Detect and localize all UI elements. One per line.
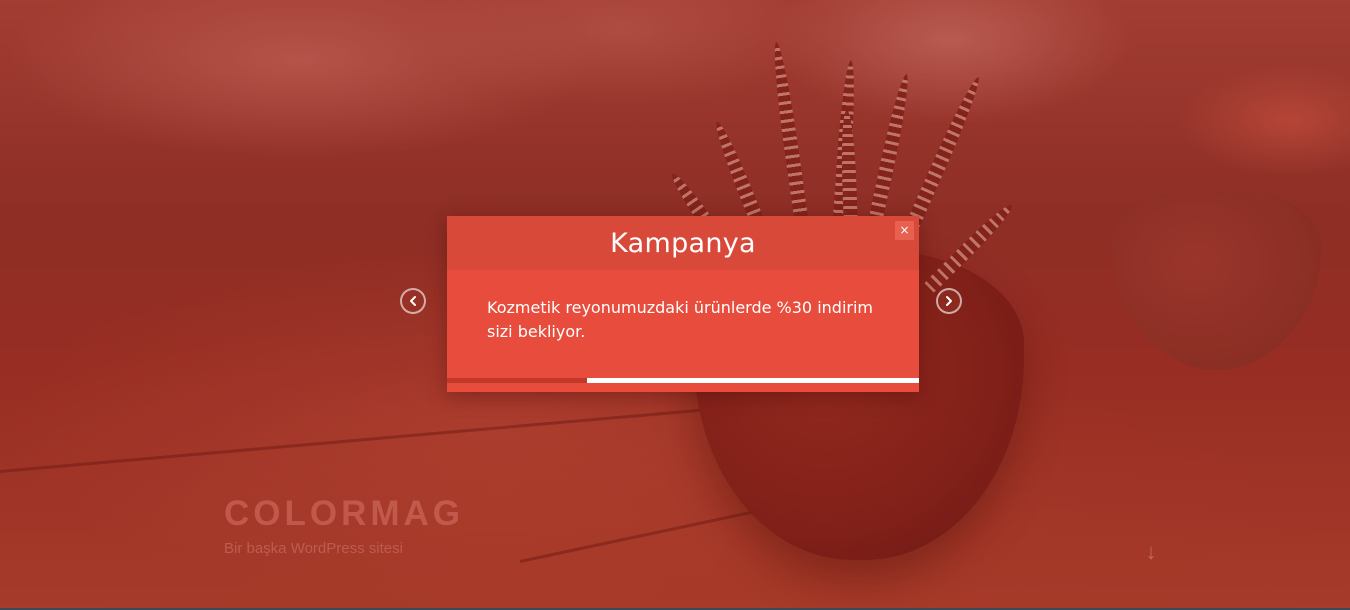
popup-prev-button[interactable]	[400, 288, 426, 314]
popup-next-button[interactable]	[936, 288, 962, 314]
popup-title: Kampanya	[610, 227, 756, 259]
popup-progress-bar	[447, 378, 919, 383]
popup-close-button[interactable]: ×	[895, 221, 914, 240]
chevron-right-icon	[946, 296, 952, 306]
close-icon: ×	[899, 223, 910, 237]
scroll-down-button[interactable]: ↓	[1140, 538, 1162, 566]
popup-progress-fill	[447, 378, 588, 383]
chevron-left-icon	[410, 296, 416, 306]
site-title[interactable]: COLORMAG	[224, 494, 464, 534]
site-description: Bir başka WordPress sitesi	[224, 540, 403, 557]
hero-section: COLORMAG Bir başka WordPress sitesi ↓ Ka…	[0, 0, 1350, 610]
popup-header: Kampanya ×	[447, 216, 919, 270]
campaign-popup: Kampanya × Kozmetik reyonumuzdaki ürünle…	[447, 216, 919, 392]
arrow-down-icon: ↓	[1145, 539, 1157, 564]
popup-message: Kozmetik reyonumuzdaki ürünlerde %30 ind…	[487, 298, 873, 341]
